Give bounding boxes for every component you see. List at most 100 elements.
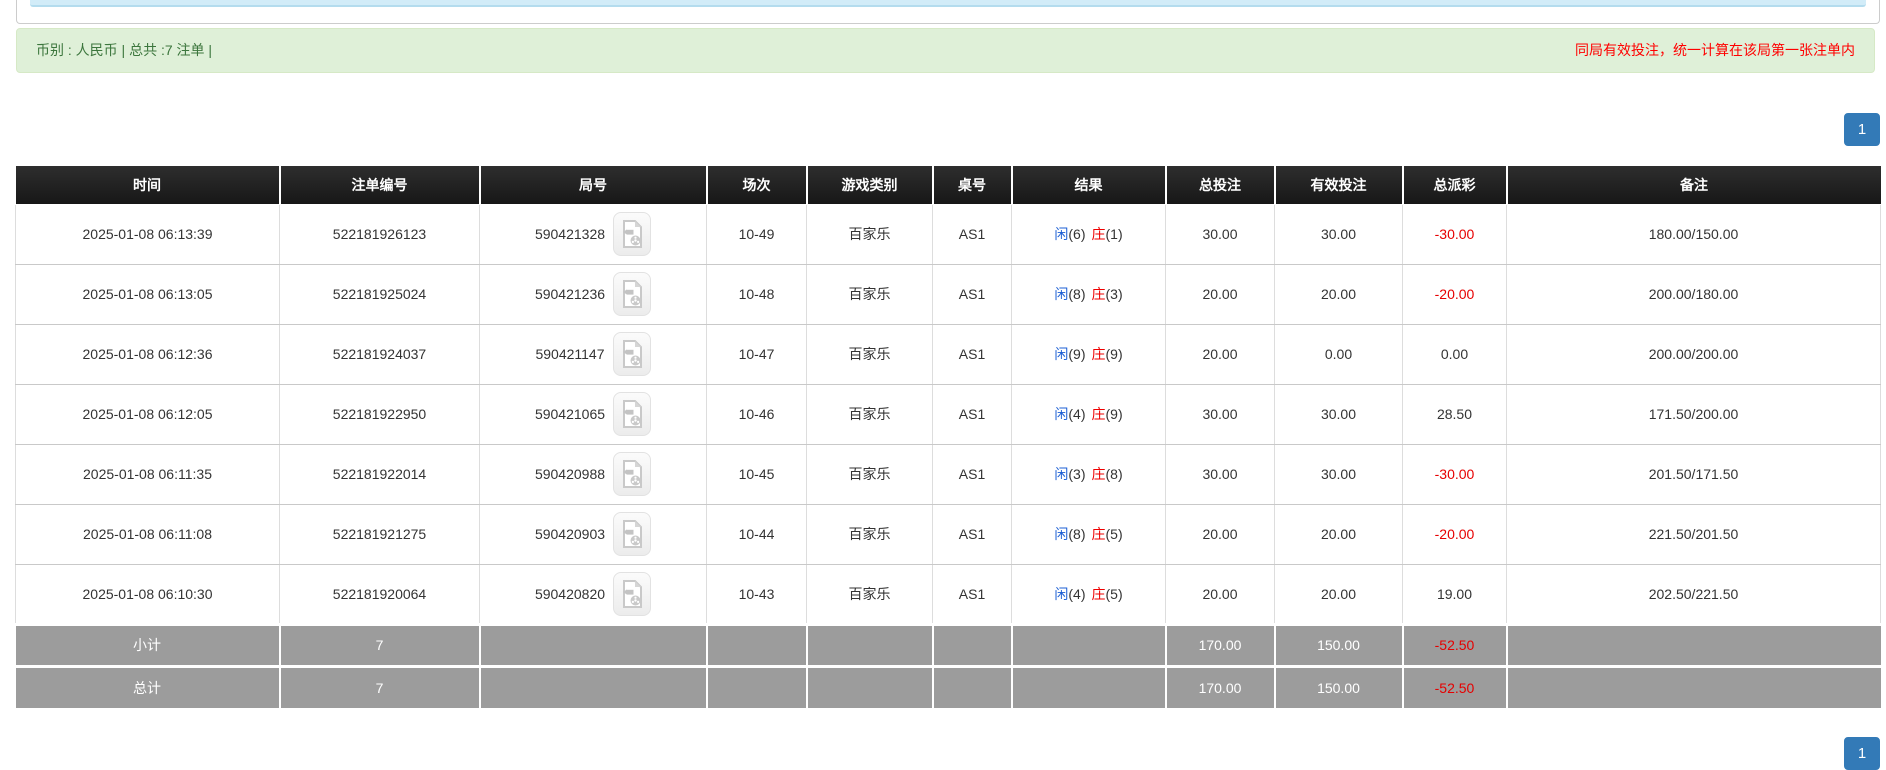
header-bet-no: 注单编号 (280, 166, 480, 204)
round-number: 590420903 (535, 526, 605, 542)
result-player: 闲 (1054, 466, 1068, 482)
summary-banner: 币别 : 人民币 | 总共 :7 注单 | 同局有效投注，统一计算在该局第一张注… (16, 28, 1875, 73)
result-banker-pts: (1) (1106, 226, 1123, 242)
cell-table-no: AS1 (933, 264, 1012, 324)
cell-remark: 180.00/150.00 (1507, 204, 1881, 264)
cell-session: 10-45 (707, 444, 807, 504)
cell-game-type: 百家乐 (807, 324, 933, 384)
round-number: 590420820 (535, 586, 605, 602)
result-player-pts: (8) (1068, 286, 1085, 302)
cell-round-no: 590421065 (480, 384, 707, 444)
page-1-button-bottom[interactable]: 1 (1844, 737, 1880, 770)
cell-time: 2025-01-08 06:13:39 (16, 204, 280, 264)
result-player-pts: (6) (1068, 226, 1085, 242)
cell-remark: 201.50/171.50 (1507, 444, 1881, 504)
video-file-icon[interactable] (613, 572, 651, 616)
round-number: 590421328 (535, 226, 605, 242)
grand-total-empty (480, 666, 707, 708)
cell-payout: 28.50 (1403, 384, 1507, 444)
info-alert-strip (30, 0, 1866, 7)
cell-remark: 171.50/200.00 (1507, 384, 1881, 444)
table-row: 2025-01-08 06:12:05 522181922950 5904210… (16, 384, 1881, 444)
subtotal-payout: -52.50 (1403, 624, 1507, 666)
cell-remark: 200.00/180.00 (1507, 264, 1881, 324)
grand-total-valid-bet: 150.00 (1275, 666, 1403, 708)
cell-remark: 200.00/200.00 (1507, 324, 1881, 384)
grand-total-label: 总计 (16, 666, 280, 708)
cell-game-type: 百家乐 (807, 204, 933, 264)
video-file-icon[interactable] (613, 452, 651, 496)
result-player: 闲 (1054, 406, 1068, 422)
valid-bet-notice-text: 同局有效投注，统一计算在该局第一张注单内 (1575, 29, 1855, 72)
video-file-icon[interactable] (613, 212, 651, 256)
cell-bet-no: 522181921275 (280, 504, 480, 564)
top-panel (16, 0, 1880, 24)
subtotal-empty (1012, 624, 1166, 666)
cell-round-no: 590421236 (480, 264, 707, 324)
cell-result: 闲(8)庄(3) (1012, 264, 1166, 324)
cell-game-type: 百家乐 (807, 504, 933, 564)
table-body: 2025-01-08 06:13:39 522181926123 5904213… (16, 204, 1881, 708)
cell-result: 闲(8)庄(5) (1012, 504, 1166, 564)
cell-total-bet: 30.00 (1166, 444, 1275, 504)
cell-valid-bet: 0.00 (1275, 324, 1403, 384)
grand-total-empty (933, 666, 1012, 708)
result-banker: 庄 (1092, 586, 1106, 602)
header-valid-bet: 有效投注 (1275, 166, 1403, 204)
table-row: 2025-01-08 06:10:30 522181920064 5904208… (16, 564, 1881, 624)
cell-bet-no: 522181922014 (280, 444, 480, 504)
cell-bet-no: 522181926123 (280, 204, 480, 264)
table-row: 2025-01-08 06:12:36 522181924037 5904211… (16, 324, 1881, 384)
cell-payout: 19.00 (1403, 564, 1507, 624)
cell-remark: 202.50/221.50 (1507, 564, 1881, 624)
cell-total-bet: 20.00 (1166, 504, 1275, 564)
bet-records-table-wrap: 时间 注单编号 局号 场次 游戏类别 桌号 结果 总投注 有效投注 总派彩 备注… (15, 166, 1880, 708)
cell-time: 2025-01-08 06:11:35 (16, 444, 280, 504)
result-player: 闲 (1054, 346, 1068, 362)
result-banker-pts: (8) (1106, 466, 1123, 482)
subtotal-empty (933, 624, 1012, 666)
cell-bet-no: 522181920064 (280, 564, 480, 624)
table-header: 时间 注单编号 局号 场次 游戏类别 桌号 结果 总投注 有效投注 总派彩 备注 (16, 166, 1881, 204)
grand-total-total-bet: 170.00 (1166, 666, 1275, 708)
result-banker-pts: (9) (1106, 406, 1123, 422)
grand-total-empty (1507, 666, 1881, 708)
cell-result: 闲(9)庄(9) (1012, 324, 1166, 384)
cell-result: 闲(3)庄(8) (1012, 444, 1166, 504)
cell-payout: -30.00 (1403, 204, 1507, 264)
cell-result: 闲(6)庄(1) (1012, 204, 1166, 264)
video-file-icon[interactable] (613, 272, 651, 316)
header-table-no: 桌号 (933, 166, 1012, 204)
table-row: 2025-01-08 06:13:05 522181925024 5904212… (16, 264, 1881, 324)
cell-round-no: 590421147 (480, 324, 707, 384)
cell-session: 10-46 (707, 384, 807, 444)
currency-summary-text: 币别 : 人民币 | 总共 :7 注单 | (36, 29, 212, 72)
table-row: 2025-01-08 06:11:08 522181921275 5904209… (16, 504, 1881, 564)
cell-total-bet: 20.00 (1166, 324, 1275, 384)
page-1-button[interactable]: 1 (1844, 113, 1880, 146)
header-game-type: 游戏类别 (807, 166, 933, 204)
cell-session: 10-43 (707, 564, 807, 624)
cell-payout: -20.00 (1403, 264, 1507, 324)
result-player: 闲 (1054, 286, 1068, 302)
result-player-pts: (4) (1068, 586, 1085, 602)
cell-payout: 0.00 (1403, 324, 1507, 384)
header-payout: 总派彩 (1403, 166, 1507, 204)
video-file-icon[interactable] (613, 332, 651, 376)
cell-total-bet: 20.00 (1166, 264, 1275, 324)
pagination-bottom: 1 (0, 737, 1886, 770)
header-round-no: 局号 (480, 166, 707, 204)
subtotal-empty (707, 624, 807, 666)
cell-time: 2025-01-08 06:12:36 (16, 324, 280, 384)
result-player-pts: (9) (1068, 346, 1085, 362)
header-remark: 备注 (1507, 166, 1881, 204)
cell-session: 10-48 (707, 264, 807, 324)
subtotal-empty (1507, 624, 1881, 666)
cell-game-type: 百家乐 (807, 444, 933, 504)
cell-round-no: 590421328 (480, 204, 707, 264)
cell-table-no: AS1 (933, 564, 1012, 624)
video-file-icon[interactable] (613, 392, 651, 436)
subtotal-valid-bet: 150.00 (1275, 624, 1403, 666)
result-player-pts: (8) (1068, 526, 1085, 542)
video-file-icon[interactable] (613, 512, 651, 556)
